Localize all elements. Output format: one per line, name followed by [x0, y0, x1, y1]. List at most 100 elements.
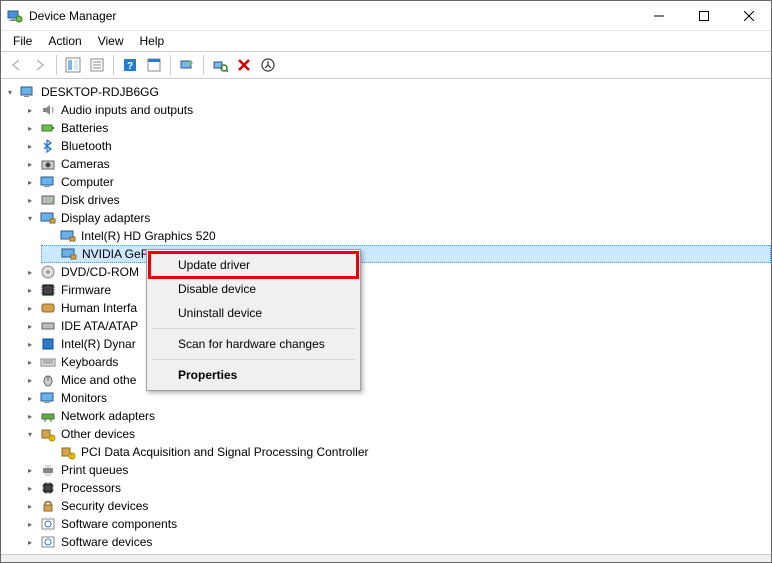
menu-action[interactable]: Action	[40, 32, 89, 50]
ctx-disable-device[interactable]: Disable device	[150, 277, 357, 301]
show-hide-tree-button[interactable]	[62, 54, 84, 76]
tree-node-dvd[interactable]: ▸DVD/CD-ROM	[21, 263, 771, 281]
node-label: IDE ATA/ATAP	[59, 319, 140, 333]
menu-view[interactable]: View	[90, 32, 132, 50]
expand-icon[interactable]: ▸	[23, 283, 37, 297]
ctx-update-driver[interactable]: Update driver	[150, 253, 357, 277]
ctx-properties[interactable]: Properties	[150, 363, 357, 387]
expand-icon[interactable]: ▸	[23, 103, 37, 117]
expand-icon[interactable]: ▸	[23, 373, 37, 387]
svg-text:!: !	[71, 454, 72, 460]
update-driver-button[interactable]	[176, 54, 198, 76]
node-label: Display adapters	[59, 211, 152, 225]
tree-node-audio[interactable]: ▸Audio inputs and outputs	[21, 101, 771, 119]
forward-button[interactable]	[29, 54, 51, 76]
node-label: PCI Data Acquisition and Signal Processi…	[79, 445, 370, 459]
node-label: Software components	[59, 517, 179, 531]
window-title: Device Manager	[29, 9, 636, 23]
expand-icon[interactable]: ▸	[23, 355, 37, 369]
menu-file[interactable]: File	[5, 32, 40, 50]
tree-node-firmware[interactable]: ▸ Firmware	[21, 281, 771, 299]
toolbar: ?	[1, 51, 771, 79]
other-devices-icon: !	[40, 426, 56, 442]
audio-icon	[40, 102, 56, 118]
expand-icon[interactable]: ▸	[23, 481, 37, 495]
expand-icon[interactable]: ▸	[23, 337, 37, 351]
context-menu: Update driver Disable device Uninstall d…	[146, 249, 361, 391]
disable-button[interactable]	[257, 54, 279, 76]
maximize-button[interactable]	[681, 1, 726, 31]
collapse-icon[interactable]: ▾	[23, 427, 37, 441]
expand-icon[interactable]: ▸	[23, 301, 37, 315]
separator	[56, 55, 57, 75]
expand-icon[interactable]: ▸	[23, 193, 37, 207]
back-button[interactable]	[5, 54, 27, 76]
tree-node-monitors[interactable]: ▸ Monitors	[21, 389, 771, 407]
node-label: Disk drives	[59, 193, 122, 207]
tree-node-computer[interactable]: ▸Computer	[21, 173, 771, 191]
camera-icon	[40, 156, 56, 172]
tree-node-security[interactable]: ▸Security devices	[21, 497, 771, 515]
node-label: Human Interfa	[59, 301, 139, 315]
expand-icon[interactable]: ▸	[23, 535, 37, 549]
titlebar: Device Manager	[1, 1, 771, 31]
expand-icon[interactable]: ▸	[23, 265, 37, 279]
tree-node-ide[interactable]: ▸ IDE ATA/ATAP	[21, 317, 771, 335]
tree-node-processors[interactable]: ▸Processors	[21, 479, 771, 497]
tree-node-softdev[interactable]: ▸Software devices	[21, 533, 771, 551]
collapse-icon[interactable]: ▾	[23, 211, 37, 225]
tree-node-mice[interactable]: ▸Mice and othe	[21, 371, 771, 389]
separator	[170, 55, 171, 75]
tree-node-print[interactable]: ▸Print queues	[21, 461, 771, 479]
device-tree-pane[interactable]: ▾ DESKTOP-RDJB6GG ▸Audio inputs and outp…	[1, 79, 771, 554]
node-label: Monitors	[59, 391, 109, 405]
expand-icon[interactable]: ▸	[23, 175, 37, 189]
uninstall-button[interactable]	[233, 54, 255, 76]
expand-icon[interactable]: ▸	[23, 157, 37, 171]
tree-node-softcomp[interactable]: ▸ Software components	[21, 515, 771, 533]
tree-node-network[interactable]: ▸Network adapters	[21, 407, 771, 425]
software-icon	[40, 534, 56, 550]
ctx-scan-hardware[interactable]: Scan for hardware changes	[150, 332, 357, 356]
mouse-icon	[40, 372, 56, 388]
network-icon	[40, 408, 56, 424]
tree-node-hid[interactable]: ▸ Human Interfa	[21, 299, 771, 317]
tree-node-display[interactable]: ▾ Display adapters	[21, 209, 771, 227]
tree-leaf-pci-data[interactable]: ! PCI Data Acquisition and Signal Process…	[41, 443, 771, 461]
tree-root-label: DESKTOP-RDJB6GG	[39, 85, 161, 99]
tree-node-cameras[interactable]: ▸Cameras	[21, 155, 771, 173]
expand-icon[interactable]: ▸	[23, 139, 37, 153]
scan-hardware-button[interactable]	[209, 54, 231, 76]
tree-root[interactable]: ▾ DESKTOP-RDJB6GG	[1, 83, 771, 101]
help-button[interactable]: ?	[119, 54, 141, 76]
action-button[interactable]	[143, 54, 165, 76]
warning-device-icon: !	[60, 444, 76, 460]
tree-node-disk[interactable]: ▸ Disk drives	[21, 191, 771, 209]
keyboard-icon	[40, 354, 56, 370]
tree-node-batteries[interactable]: ▸ Batteries	[21, 119, 771, 137]
expand-icon[interactable]: ▸	[23, 319, 37, 333]
window-controls	[636, 1, 771, 31]
expand-icon[interactable]: ▸	[23, 121, 37, 135]
tree-node-keyboards[interactable]: ▸Keyboards	[21, 353, 771, 371]
tree-node-other[interactable]: ▾!Other devices	[21, 425, 771, 443]
monitor-icon	[40, 390, 56, 406]
tree-node-intel-dynamic[interactable]: ▸Intel(R) Dynar	[21, 335, 771, 353]
processor-icon	[40, 480, 56, 496]
expand-icon[interactable]: ▸	[23, 463, 37, 477]
menu-help[interactable]: Help	[132, 32, 173, 50]
expand-icon[interactable]: ▸	[23, 391, 37, 405]
expand-icon[interactable]: ▸	[23, 517, 37, 531]
collapse-icon[interactable]: ▾	[3, 85, 17, 99]
tree-leaf-intel-hd[interactable]: Intel(R) HD Graphics 520	[41, 227, 771, 245]
node-label: Batteries	[59, 121, 110, 135]
node-label: Firmware	[59, 283, 113, 297]
properties-button[interactable]	[86, 54, 108, 76]
ctx-uninstall-device[interactable]: Uninstall device	[150, 301, 357, 325]
close-button[interactable]	[726, 1, 771, 31]
expand-icon[interactable]: ▸	[23, 409, 37, 423]
tree-node-bluetooth[interactable]: ▸Bluetooth	[21, 137, 771, 155]
menubar: File Action View Help	[1, 31, 771, 51]
expand-icon[interactable]: ▸	[23, 499, 37, 513]
minimize-button[interactable]	[636, 1, 681, 31]
